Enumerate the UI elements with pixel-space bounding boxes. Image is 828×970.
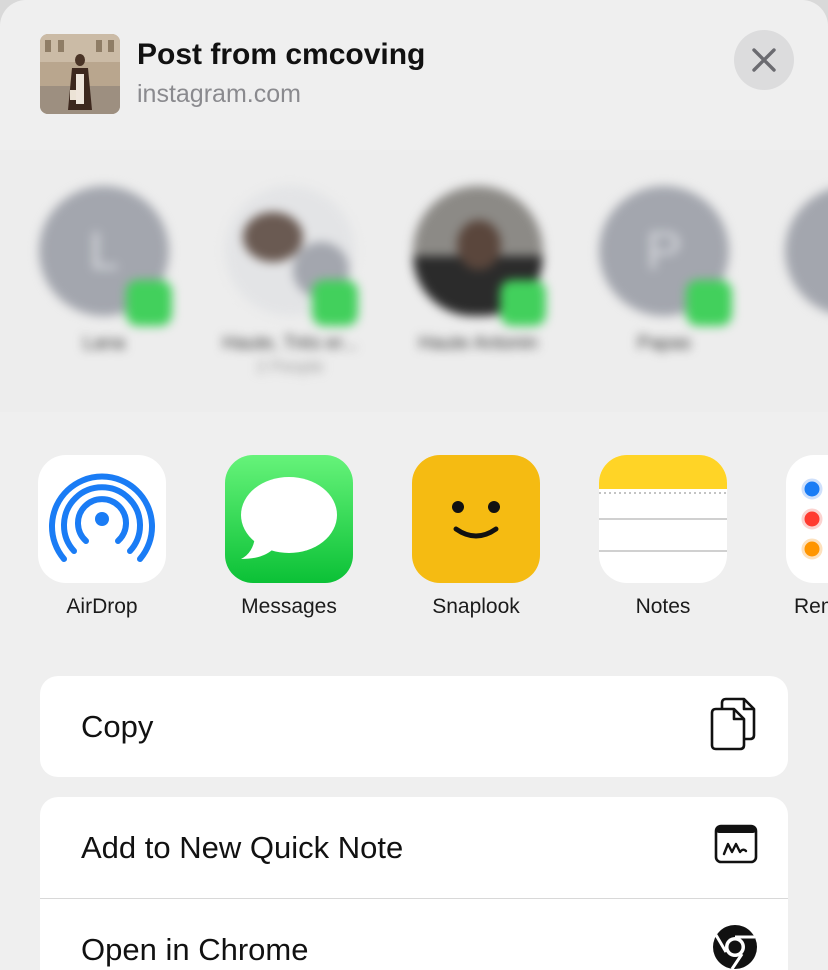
share-title: Post from cmcoving xyxy=(137,38,426,71)
person-suggestion[interactable]: P Papas xyxy=(594,186,734,406)
person-suggestion[interactable] xyxy=(780,186,828,406)
copy-icon xyxy=(710,695,758,759)
person-subtitle: 2 People xyxy=(256,357,324,376)
person-suggestion[interactable]: Haute, Trés er... 2 People xyxy=(220,186,360,406)
open-in-chrome-action[interactable]: Open in Chrome xyxy=(40,899,788,970)
app-reminders[interactable]: Reminders xyxy=(786,455,828,619)
person-name: Lana xyxy=(82,333,126,354)
quick-note-label: Add to New Quick Note xyxy=(81,829,404,865)
person-name: Haute Antonin xyxy=(418,333,538,354)
app-notes[interactable]: Notes xyxy=(599,455,727,619)
share-header: Post from cmcoving instagram.com xyxy=(0,0,828,140)
app-snaplook[interactable]: Snaplook xyxy=(412,455,540,619)
close-icon xyxy=(752,48,776,72)
person-suggestion[interactable]: Haute Antonin xyxy=(408,186,548,406)
messages-badge-icon xyxy=(312,280,358,326)
messages-icon xyxy=(225,455,353,583)
notes-icon xyxy=(599,455,727,583)
app-row: AirDrop Messages Snaplook Notes Re xyxy=(0,455,828,635)
chrome-icon xyxy=(712,924,758,970)
copy-action[interactable]: Copy xyxy=(40,676,788,777)
app-label: Snaplook xyxy=(432,595,520,618)
app-label: Messages xyxy=(241,595,337,618)
messages-badge-icon xyxy=(126,280,172,326)
copy-label: Copy xyxy=(81,708,154,744)
close-button[interactable] xyxy=(734,30,794,90)
app-label: Notes xyxy=(635,595,691,618)
people-suggestions: L Lana Haute, Trés er... 2 People Haute … xyxy=(0,150,828,412)
quick-note-icon xyxy=(714,824,758,872)
person-name: Papas xyxy=(637,333,691,354)
messages-badge-icon xyxy=(686,280,732,326)
share-subtitle: instagram.com xyxy=(137,80,301,108)
app-messages[interactable]: Messages xyxy=(225,455,353,619)
avatar xyxy=(785,186,828,316)
share-sheet: Post from cmcoving instagram.com L Lana … xyxy=(0,0,828,970)
snaplook-icon xyxy=(412,455,540,583)
app-airdrop[interactable]: AirDrop xyxy=(38,455,166,619)
airdrop-icon xyxy=(38,455,166,583)
person-name: Haute, Trés er... xyxy=(222,333,358,354)
reminders-icon xyxy=(786,455,828,583)
copy-group: Copy xyxy=(40,676,788,777)
messages-badge-icon xyxy=(500,280,546,326)
quick-note-action[interactable]: Add to New Quick Note xyxy=(40,797,788,898)
actions-group: Add to New Quick Note Open in Chrome xyxy=(40,797,788,970)
app-label: Reminders xyxy=(794,595,828,618)
post-thumbnail xyxy=(40,34,120,114)
person-suggestion[interactable]: L Lana xyxy=(34,186,174,406)
app-label: AirDrop xyxy=(66,595,138,618)
open-in-chrome-label: Open in Chrome xyxy=(81,931,309,967)
